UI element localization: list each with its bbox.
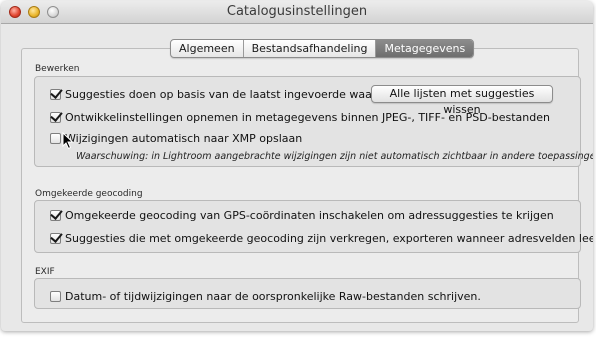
section-label-bewerken: Bewerken: [35, 64, 80, 74]
title-bar[interactable]: Catalogusinstellingen: [1, 1, 593, 24]
group-geocoding: [34, 200, 581, 253]
checkbox-datum[interactable]: [50, 291, 61, 302]
checkbox-ontwikkel[interactable]: [50, 112, 61, 123]
preferences-window: Catalogusinstellingen Algemeen Bestandsa…: [1, 1, 593, 331]
checkbox-label: Datum- of tijdwijzigingen naar de oorspr…: [65, 290, 481, 303]
checkbox-label: Suggesties die met omgekeerde geocoding …: [65, 232, 593, 245]
checkbox-row-xmp[interactable]: Wijzigingen automatisch naar XMP opslaan: [50, 132, 302, 145]
checkbox-gps[interactable]: [50, 210, 61, 221]
tab-algemeen[interactable]: Algemeen: [171, 40, 244, 57]
checkbox-label: Omgekeerde geocoding van GPS-coördinaten…: [65, 209, 554, 222]
checkbox-row-datum[interactable]: Datum- of tijdwijzigingen naar de oorspr…: [50, 290, 481, 303]
checkbox-label: Suggesties doen op basis van de laatst i…: [65, 88, 397, 101]
checkbox-row-suggesties[interactable]: Suggesties doen op basis van de laatst i…: [50, 88, 397, 101]
checkbox-row-export[interactable]: Suggesties die met omgekeerde geocoding …: [50, 232, 593, 245]
window-title: Catalogusinstellingen: [226, 4, 368, 19]
clear-suggestions-button[interactable]: Alle lijsten met suggesties wissen: [371, 85, 553, 116]
checkbox-label: Wijzigingen automatisch naar XMP opslaan: [65, 132, 303, 145]
checkbox-row-ontwikkel[interactable]: Ontwikkelinstellingen opnemen in metageg…: [50, 111, 550, 124]
warning-text: Waarschuwing: in Lightroom aangebrachte …: [76, 151, 593, 162]
checkbox-export[interactable]: [50, 233, 61, 244]
checkbox-row-gps[interactable]: Omgekeerde geocoding van GPS-coördinaten…: [50, 209, 554, 222]
section-label-exif: EXIF: [35, 267, 55, 277]
mouse-pointer-icon: [62, 132, 74, 150]
tab-bar: Algemeen Bestandsafhandeling Metagegeven…: [170, 39, 475, 58]
tab-bestandsafhandeling[interactable]: Bestandsafhandeling: [244, 40, 377, 57]
checkbox-label: Ontwikkelinstellingen opnemen in metageg…: [65, 111, 550, 124]
checkbox-suggesties[interactable]: [50, 89, 61, 100]
checkbox-xmp[interactable]: [50, 133, 61, 144]
tab-metagegevens[interactable]: Metagegevens: [376, 40, 474, 57]
section-label-geocoding: Omgekeerde geocoding: [35, 189, 143, 199]
